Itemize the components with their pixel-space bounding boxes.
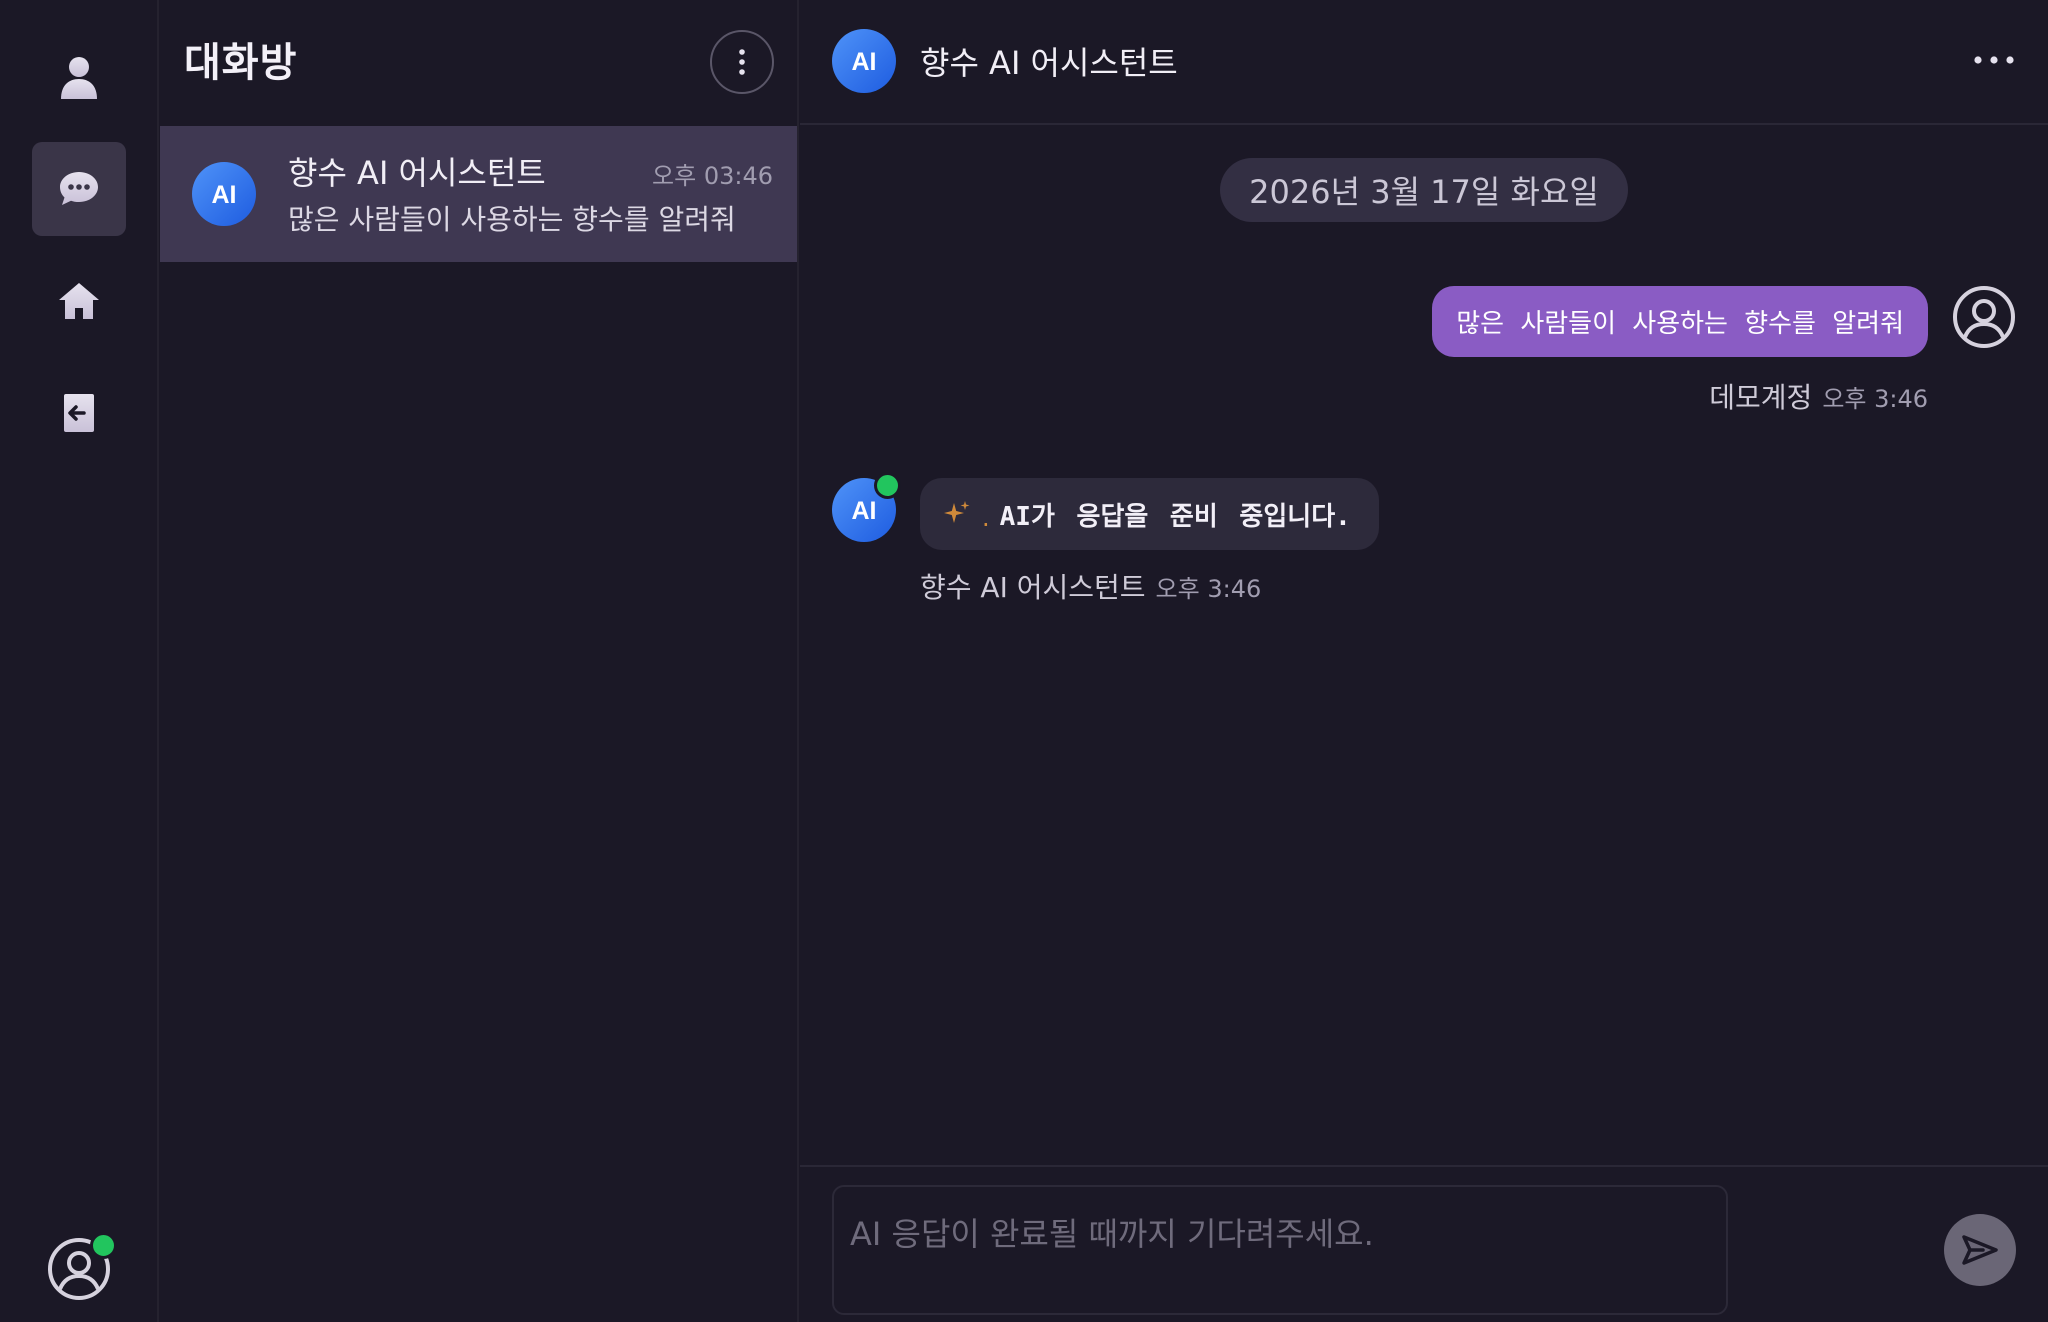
user-message-bubble: 많은 사람들이 사용하는 향수를 알려줘 [1432,286,1928,357]
chat-header-avatar-text: AI [852,48,877,76]
chat-bubble-icon [60,172,98,205]
online-status-dot [90,1232,117,1259]
assistant-message-sender: 향수 AI 어시스턴트 [920,571,1146,604]
conversation-preview: 많은 사람들이 사용하는 향수를 알려줘 [288,203,736,236]
assistant-online-dot [874,472,901,499]
conversation-time: 오후 03:46 [652,162,773,190]
user-avatar-icon [1953,286,2015,348]
sparkle-icon [944,501,970,523]
assistant-message-time: 오후 3:46 [1155,575,1262,603]
vertical-dots-icon [739,49,745,75]
logout-icon [64,394,94,432]
assistant-avatar: AI [832,472,901,542]
nav-rail [0,0,159,1322]
chat-more-button[interactable] [1972,48,2016,72]
chat-header: AI 향수 AI 어시스턴트 [800,0,2048,125]
send-icon [1962,1235,1998,1265]
chat-panel: AI 향수 AI 어시스턴트 2026년 3월 17일 화요일 많은 사람들이 … [800,0,2048,1322]
chats-nav-button[interactable] [32,142,126,236]
date-divider: 2026년 3월 17일 화요일 [1220,158,1628,222]
assistant-avatar-text: AI [852,497,877,525]
chat-header-avatar: AI [832,29,896,93]
user-message-sender: 데모계정 [1709,381,1813,414]
conversation-list-item[interactable]: AI 향수 AI 어시스턴트 오후 03:46 많은 사람들이 사용하는 향수를… [160,126,797,262]
user-icon [61,57,97,99]
conversation-list-panel: 대화방 AI 향수 AI 어시스턴트 오후 03:46 많은 사람들이 사용하는… [160,0,799,1322]
assistant-message-bubble: . AI가 응답을 준비 중입니다. [920,478,1379,550]
home-nav-button[interactable] [32,254,126,348]
send-button[interactable] [1944,1214,2016,1286]
user-message-meta: 데모계정 오후 3:46 [1709,376,1928,416]
profile-nav-button[interactable] [32,31,126,125]
composer-divider [800,1165,2048,1167]
message-input[interactable] [832,1185,1728,1315]
user-avatar [1952,285,2016,349]
list-menu-button[interactable] [710,30,774,94]
conversation-avatar: AI [192,162,256,226]
conversation-avatar-text: AI [212,181,237,209]
conversation-name: 향수 AI 어시스턴트 [288,154,546,192]
home-icon [59,283,99,319]
assistant-message-meta: 향수 AI 어시스턴트 오후 3:46 [920,566,1261,606]
user-message-time: 오후 3:46 [1822,385,1928,413]
conversation-list-title: 대화방 [184,40,298,86]
horizontal-dots-icon [1974,56,2014,64]
typing-indicator-dot: . [982,504,990,532]
chat-title: 향수 AI 어시스턴트 [920,44,1178,82]
app: 대화방 AI 향수 AI 어시스턴트 오후 03:46 많은 사람들이 사용하는… [0,0,2048,1322]
assistant-message-text: AI가 응답을 준비 중입니다. [999,501,1351,532]
logout-nav-button[interactable] [32,366,126,460]
account-avatar-button[interactable] [46,1232,117,1302]
